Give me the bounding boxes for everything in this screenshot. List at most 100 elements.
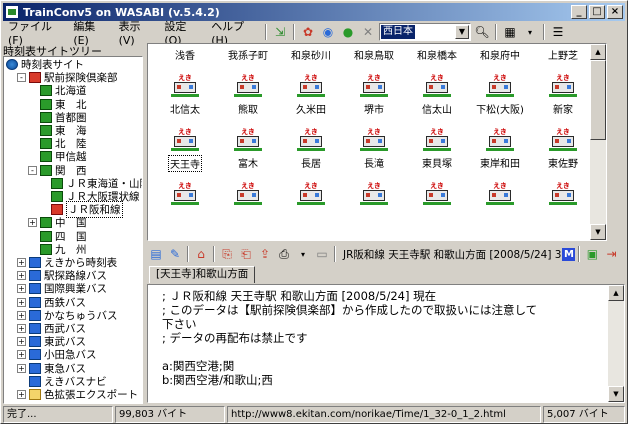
maximize-button[interactable]: □ <box>589 5 605 19</box>
station-item[interactable]: えき 長滝 <box>341 129 407 178</box>
search-icon[interactable]: 🔍︎ <box>473 23 491 41</box>
station-item[interactable]: えき 長居 <box>278 129 344 178</box>
station-item[interactable]: えき <box>152 183 218 232</box>
expand-icon[interactable]: + <box>17 363 26 373</box>
station-item[interactable]: えき 堺市 <box>341 75 407 124</box>
tree-node[interactable]: + 西鉄バス <box>17 296 86 309</box>
tree-node[interactable]: 四 国 <box>28 230 87 243</box>
globe-icon[interactable]: ◉ <box>319 23 337 41</box>
tree-node[interactable]: + 駅探路線バス <box>17 269 107 282</box>
tree-node[interactable]: + 小田急バス <box>17 348 97 361</box>
content-line: ; ＪＲ阪和線 天王寺駅 和歌山方面 [2008/5/24] 現在 <box>162 289 437 303</box>
station-grid[interactable]: ▲ ▼ えき浅香えき我孫子町えき和泉砂川えき和泉鳥取えき和泉橋本えき和泉府中えき… <box>147 43 607 241</box>
expand-icon[interactable]: + <box>17 324 26 333</box>
station-item[interactable]: えき我孫子町 <box>215 44 281 70</box>
expand-icon[interactable]: + <box>17 390 26 399</box>
collapse-icon[interactable]: - <box>28 165 37 175</box>
tree-node[interactable]: + 東武バス <box>17 335 86 348</box>
grid-view-icon[interactable]: ▦ <box>501 23 519 41</box>
chevron-down-icon[interactable]: ▼ <box>455 25 469 39</box>
tree-node[interactable]: + 中 国 <box>28 216 87 229</box>
station-item[interactable]: えき 天王寺 <box>152 129 218 178</box>
station-item[interactable]: えき 東貝塚 <box>404 129 470 178</box>
tree-node[interactable]: 北 陸 <box>28 137 87 150</box>
station-item[interactable]: えき 信太山 <box>404 75 470 124</box>
exit-icon[interactable]: ⇲ <box>271 23 289 41</box>
tree-node[interactable]: 東 北 <box>28 98 87 111</box>
tree-node[interactable]: - 駅前探険倶楽部 <box>17 71 118 84</box>
station-item[interactable]: えき 富木 <box>215 129 281 178</box>
station-item[interactable]: えき和泉鳥取 <box>341 44 407 70</box>
site-icon[interactable]: ✿ <box>299 23 317 41</box>
tree-node[interactable]: -関 西 <box>28 164 87 177</box>
dot-icon[interactable]: ● <box>339 23 357 41</box>
expand-icon[interactable]: + <box>17 271 26 281</box>
settings-icon[interactable]: ☰ <box>549 23 567 41</box>
station-item[interactable]: えき <box>404 183 470 232</box>
exit-red-icon[interactable]: ⇥ <box>602 245 620 263</box>
tree-node[interactable]: ＪＲ阪和線 <box>39 201 123 219</box>
delete-icon[interactable]: ✕ <box>359 23 377 41</box>
site-tree[interactable]: 時刻表サイト - 駅前探険倶楽部 北海道東 北首都圏東 海北 陸甲信越 - 関 西 ＪＲ東海… <box>3 56 143 404</box>
expand-icon[interactable]: + <box>28 218 37 228</box>
content-scrollbar[interactable]: ▲ ▼ <box>608 285 624 402</box>
paste-icon[interactable]: ⎗ <box>237 245 255 263</box>
copy-icon[interactable]: ⎘ <box>218 245 236 263</box>
tree-node[interactable]: + 東急バス <box>17 362 86 375</box>
tree-node[interactable]: 甲信越 <box>28 150 87 163</box>
timetable-content[interactable]: ; ＪＲ阪和線 天王寺駅 和歌山方面 [2008/5/24] 現在; このデータ… <box>147 284 625 403</box>
station-item[interactable]: えき <box>215 183 281 232</box>
station-item[interactable]: えき <box>530 183 596 232</box>
tab-timetable[interactable]: [天王寺]和歌山方面 <box>149 266 256 283</box>
tree-node[interactable]: ＪＲ東海道・山陽 <box>39 177 142 190</box>
train-icon[interactable]: ▣ <box>583 245 601 263</box>
expand-icon[interactable]: + <box>17 310 26 320</box>
scroll-down-icon[interactable]: ▼ <box>608 386 624 402</box>
tree-node[interactable]: + かなちゅうバス <box>17 309 118 322</box>
tree-node[interactable]: + 西武バス <box>17 322 86 335</box>
tree-node[interactable]: えきバスナビ <box>17 375 107 388</box>
folder-icon[interactable]: ▭ <box>313 245 331 263</box>
collapse-icon[interactable]: - <box>17 73 26 83</box>
expand-icon[interactable]: + <box>17 297 26 307</box>
station-item[interactable]: えき上野芝 <box>530 44 596 70</box>
toolbar-dropdown-icon[interactable]: ▾ <box>521 23 539 41</box>
station-item[interactable]: えき 東岸和田 <box>467 129 533 178</box>
table-icon[interactable]: ▤ <box>147 245 165 263</box>
station-icon[interactable]: ⌂ <box>192 245 210 263</box>
station-item[interactable]: えき和泉砂川 <box>278 44 344 70</box>
print-icon[interactable]: ⎙ <box>275 245 293 263</box>
edit-icon[interactable]: ✎ <box>166 245 184 263</box>
export-icon[interactable]: ⇪ <box>256 245 274 263</box>
station-item[interactable]: えき <box>278 183 344 232</box>
tree-node[interactable]: + えきから時刻表 <box>17 256 117 269</box>
tree-node[interactable]: 首都圏 <box>28 111 87 124</box>
expand-icon[interactable]: + <box>17 350 26 360</box>
station-item[interactable]: えき和泉府中 <box>467 44 533 70</box>
station-item[interactable]: えき <box>467 183 533 232</box>
station-item[interactable]: えき 北信太 <box>152 75 218 124</box>
minimize-button[interactable]: _ <box>571 5 587 19</box>
dropdown-icon[interactable]: ▾ <box>294 245 312 263</box>
tree-node[interactable]: + 色拡張エクスポート <box>17 388 138 401</box>
expand-icon[interactable]: + <box>17 258 26 267</box>
expand-icon[interactable]: + <box>17 337 26 347</box>
close-button[interactable]: × <box>607 5 623 19</box>
tree-node[interactable]: 北海道 <box>28 84 87 97</box>
station-item[interactable]: えき 新家 <box>530 75 596 124</box>
station-item[interactable]: えき和泉橋本 <box>404 44 470 70</box>
m-icon[interactable]: M <box>562 247 576 261</box>
station-item[interactable]: えき 東佐野 <box>530 129 596 178</box>
station-item[interactable]: えき 熊取 <box>215 75 281 124</box>
scroll-up-icon[interactable]: ▲ <box>608 285 624 301</box>
station-item[interactable]: えき浅香 <box>152 44 218 70</box>
station-item[interactable]: えき 下松(大阪) <box>467 75 533 124</box>
tree-node[interactable]: 九 州 <box>28 243 87 256</box>
tree-node[interactable]: 時刻表サイト <box>6 58 84 71</box>
expand-icon[interactable]: + <box>17 284 26 294</box>
station-item[interactable]: えき 久米田 <box>278 75 344 124</box>
station-item[interactable]: えき <box>341 183 407 232</box>
tree-node[interactable]: + 国際興業バス <box>17 282 107 295</box>
region-select[interactable]: 西日本 ▼ <box>379 23 471 41</box>
tree-node[interactable]: 東 海 <box>28 124 87 137</box>
